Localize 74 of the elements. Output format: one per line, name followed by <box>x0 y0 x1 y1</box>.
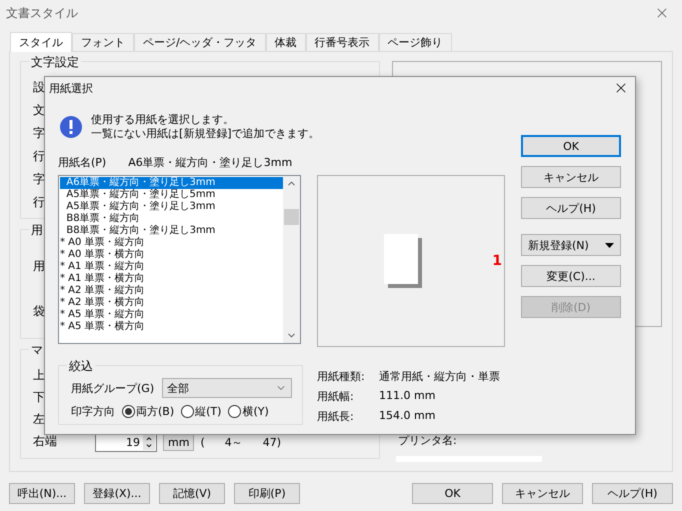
radio-option[interactable]: 縦(T) <box>181 404 222 419</box>
paper-list-item[interactable]: * A5 単票・横方向 <box>60 321 283 333</box>
spin-arrows-icon[interactable] <box>143 434 155 450</box>
info-icon <box>59 115 83 139</box>
field-label: 右端 <box>33 432 57 450</box>
info-label: 用紙種類: <box>317 369 366 385</box>
info-label: 用紙幅: <box>317 389 355 405</box>
field-label: 行 <box>33 194 45 211</box>
field-label: 用紙グループ(G) <box>71 380 154 396</box>
field-label: 行 <box>33 148 45 165</box>
dialog-button[interactable]: OK <box>521 135 621 157</box>
info-value: 154.0 mm <box>379 409 436 424</box>
paper-list-item[interactable]: A6単票・縦方向・塗り足し3mm <box>60 177 283 189</box>
dialog-title: 用紙選択 <box>49 80 93 96</box>
tab[interactable]: フォント <box>72 33 134 51</box>
info-value: 111.0 mm <box>379 389 436 404</box>
field-label: 下 <box>33 388 45 406</box>
info-label: 用紙長: <box>317 409 355 425</box>
field-label: 用 <box>33 258 45 275</box>
range-text: 47) <box>262 436 282 448</box>
dialog-button[interactable]: 変更(C)... <box>521 265 621 287</box>
paper-list-item[interactable]: * A0 単票・縦方向 <box>60 237 283 249</box>
page-number: 1 <box>492 253 502 269</box>
group-legend: 絞込 <box>67 358 95 375</box>
paper-list-item[interactable]: * A0 単票・横方向 <box>60 249 283 261</box>
window-title: 文書スタイル <box>6 4 78 22</box>
paper-list-item[interactable]: B8単票・縦方向・塗り足し3mm <box>60 225 283 237</box>
dialog-button[interactable]: 新規登録(N) <box>521 234 621 256</box>
paper-list-item[interactable]: * A1 単票・横方向 <box>60 273 283 285</box>
dialog-button[interactable]: キャンセル <box>521 166 621 188</box>
action-button[interactable]: 印刷(P) <box>234 483 300 504</box>
dropdown-arrow-icon[interactable] <box>605 242 614 248</box>
paper-list-item[interactable]: B8単票・縦方向 <box>60 213 283 225</box>
field-label: 字 <box>33 171 45 188</box>
tab[interactable]: スタイル <box>10 32 72 52</box>
field-label: 設 <box>33 79 45 96</box>
range-text: ( <box>200 436 205 448</box>
paper-list-item[interactable]: * A5 単票・縦方向 <box>60 309 283 321</box>
field-label: 左 <box>33 410 45 428</box>
paper-sheet-icon <box>384 234 422 288</box>
action-button[interactable]: 記憶(V) <box>159 483 225 504</box>
scrollbar-thumb[interactable] <box>284 208 299 224</box>
tab[interactable]: ページ/ヘッダ・フッタ <box>134 33 266 51</box>
paper-list-item[interactable]: A5単票・縦方向・塗り足し3mm <box>60 201 283 213</box>
action-button[interactable]: 登録(X)... <box>84 483 150 504</box>
paper-list[interactable]: A6単票・縦方向・塗り足し3mm A5単票・縦方向・塗り足し5mm A5単票・縦方向・塗り足し3mm B8単票・縦方向 B8単票・縦方向・塗り足し3mm * A0 単票・縦方向 * A0 単票・横方向 * A1 単票・縦方向 * A1 単票・横方向 * A2 単票・縦方向 * A2 単票・横方向 * A5 単票・縦方向 * A5 単票・横方向 <box>58 175 301 344</box>
paper-list-item[interactable]: * A1 単票・縦方向 <box>60 261 283 273</box>
dialog-button[interactable]: ヘルプ(H) <box>592 483 673 504</box>
paper-list-item[interactable]: * A2 単票・横方向 <box>60 297 283 309</box>
radio-option[interactable]: 両方(B) <box>122 404 174 419</box>
dialog-button[interactable]: キャンセル <box>502 483 583 504</box>
field-label: 上 <box>33 366 45 384</box>
field-label: 印字方向 <box>71 404 115 419</box>
dialog-button[interactable]: ヘルプ(H) <box>521 197 621 219</box>
paper-name-value: A6単票・縦方向・塗り足し3mm <box>128 155 292 170</box>
field-label: 袋 <box>33 303 45 320</box>
paper-group-dropdown[interactable]: 全部 <box>162 378 292 398</box>
dialog-button[interactable]: OK <box>412 483 493 504</box>
tab[interactable]: ページ飾り <box>378 33 452 51</box>
paper-name-label: 用紙名(P) <box>58 155 106 170</box>
info-value: 通常用紙・縦方向・単票 <box>379 369 500 385</box>
action-button[interactable]: 呼出(N)... <box>9 483 75 504</box>
field-label: 字 <box>33 125 45 142</box>
radio-option[interactable]: 横(Y) <box>228 404 269 419</box>
range-text: 4～ <box>224 434 243 450</box>
message-text: 使用する用紙を選択します。 <box>91 113 235 127</box>
paper-list-item[interactable]: * A2 単票・縦方向 <box>60 285 283 297</box>
message-text: 一覧にない用紙は[新規登録]で追加できます。 <box>91 127 320 141</box>
printer-label: プリンタ名: <box>397 433 457 448</box>
tab[interactable]: 行番号表示 <box>306 33 379 51</box>
tab[interactable]: 体裁 <box>266 33 306 51</box>
field-label: 文 <box>33 102 45 119</box>
paper-list-item[interactable]: A5単票・縦方向・塗り足し5mm <box>60 189 283 201</box>
group-legend: 文字設定 <box>29 54 81 71</box>
